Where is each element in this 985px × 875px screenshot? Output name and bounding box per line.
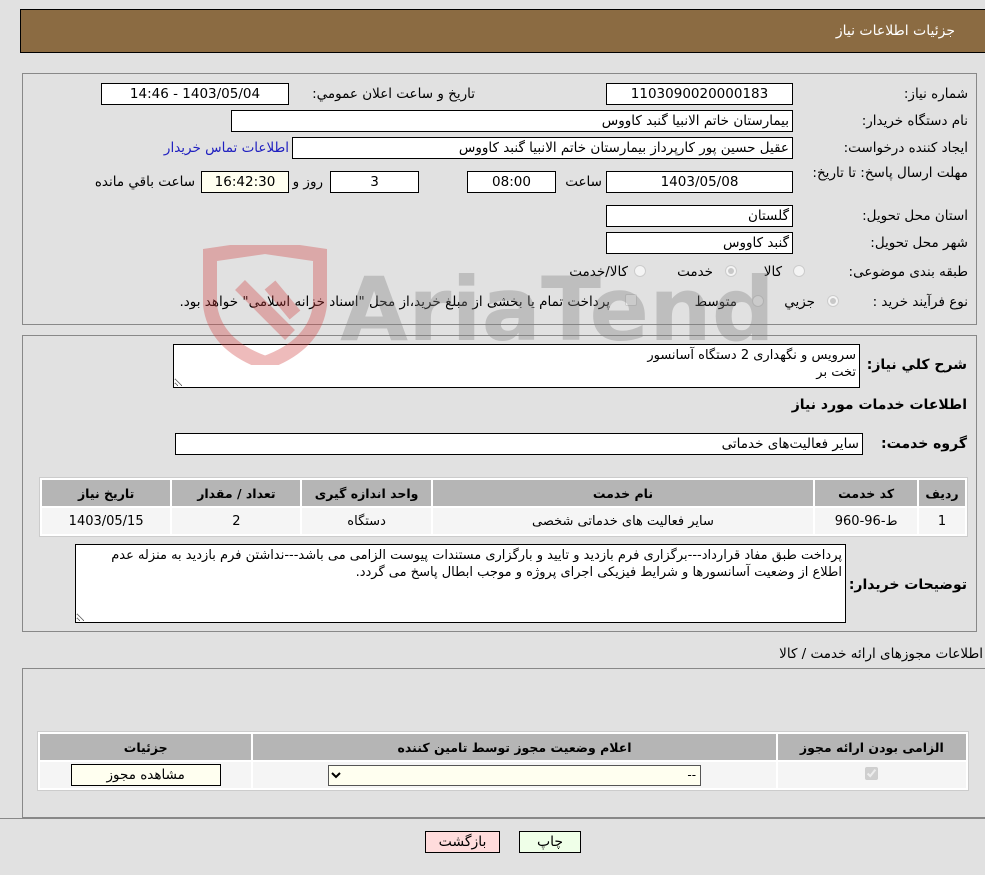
permit-status-select[interactable]: -- xyxy=(328,764,702,786)
permits-table-header: الزامی بودن ارائه مجوز اعلام وضعيت مجوز … xyxy=(40,734,966,760)
category-radio-service[interactable] xyxy=(725,265,737,277)
service-group-label: گروه خدمت: xyxy=(881,436,967,452)
requester-field: عقيل حسين پور کارپرداز بيمارستان خاتم ال… xyxy=(292,137,793,159)
cell-unit: دستگاه xyxy=(302,508,431,534)
cell-code: ط-96-960 xyxy=(815,508,918,534)
cell-permit-details: مشاهده مجوز xyxy=(40,762,252,788)
deadline-label: مهلت ارسال پاسخ: تا تاريخ: xyxy=(812,165,968,181)
page-header: جزئيات اطلاعات نياز xyxy=(20,9,985,53)
buyer-org-field: بيمارستان خاتم الانبيا گنبد کاووس xyxy=(231,110,793,132)
cell-permit-status: -- xyxy=(253,762,776,788)
purchase-type-radio-minor[interactable] xyxy=(827,295,839,307)
col-permit-required: الزامی بودن ارائه مجوز xyxy=(777,734,966,760)
buyer-contact-link[interactable]: اطلاعات تماس خريدار xyxy=(164,140,289,156)
view-permit-button[interactable]: مشاهده مجوز xyxy=(70,764,221,786)
purchase-type-medium-label: متوسط xyxy=(694,294,737,310)
announce-datetime-field: 1403/05/04 - 14:46 xyxy=(101,83,289,105)
need-number-label: شماره نياز: xyxy=(903,86,968,102)
buyer-org-label: نام دستگاه خريدار: xyxy=(861,113,968,129)
col-date: تاريخ نياز xyxy=(42,480,171,506)
permits-section-title: اطلاعات مجوزهای ارائه خدمت / کالا xyxy=(779,646,983,662)
category-goods-label: کالا xyxy=(763,264,782,280)
requester-label: ايجاد کننده درخواست: xyxy=(843,140,968,156)
remaining-label: ساعت باقي مانده xyxy=(94,174,195,190)
col-permit-status: اعلام وضعيت مجوز توسط تامين کننده xyxy=(253,734,776,760)
purchase-type-minor-label: جزيي xyxy=(784,294,815,310)
cell-date: 1403/05/15 xyxy=(42,508,171,534)
treasury-checkbox-label: پرداخت تمام يا بخشی از مبلغ خريد،از محل … xyxy=(179,294,610,310)
page-title: جزئيات اطلاعات نياز xyxy=(835,23,955,39)
col-name: نام خدمت xyxy=(432,480,814,506)
treasury-checkbox[interactable] xyxy=(625,294,637,306)
back-button[interactable]: بازگشت xyxy=(425,831,500,853)
category-service-label: خدمت xyxy=(677,264,713,280)
col-qty: تعداد / مقدار xyxy=(172,480,301,506)
province-label: استان محل تحويل: xyxy=(862,208,968,224)
description-textarea[interactable] xyxy=(173,344,860,388)
services-section-title: اطلاعات خدمات مورد نياز xyxy=(791,397,967,413)
city-label: شهر محل تحويل: xyxy=(870,235,968,251)
deadline-date-field: 1403/05/08 xyxy=(606,171,793,193)
permits-table: الزامی بودن ارائه مجوز اعلام وضعيت مجوز … xyxy=(37,731,969,791)
service-group-field: ساير فعاليت‌های خدماتی xyxy=(175,433,863,455)
category-label: طبقه بندی موضوعی: xyxy=(848,264,968,280)
col-code: کد خدمت xyxy=(815,480,918,506)
col-permit-details: جزئيات xyxy=(40,734,252,760)
purchase-type-radio-medium[interactable] xyxy=(752,295,764,307)
category-goods-service-label: کالا/خدمت xyxy=(569,264,628,280)
services-table: رديف کد خدمت نام خدمت واحد اندازه گيری ت… xyxy=(39,477,968,537)
col-row: رديف xyxy=(919,480,965,506)
cell-name: ساير فعاليت های خدماتی شخصی xyxy=(432,508,814,534)
services-table-header: رديف کد خدمت نام خدمت واحد اندازه گيری ت… xyxy=(42,480,965,506)
buyer-notes-textarea[interactable] xyxy=(75,544,846,623)
deadline-time-label: ساعت xyxy=(565,174,602,190)
remaining-time-field: 16:42:30 xyxy=(201,171,289,193)
announce-datetime-label: تاريخ و ساعت اعلان عمومي: xyxy=(312,86,475,102)
description-label: شرح کلي نياز: xyxy=(866,357,967,373)
city-field: گنبد کاووس xyxy=(606,232,793,254)
cell-permit-required xyxy=(777,762,966,788)
cell-qty: 2 xyxy=(172,508,301,534)
category-radio-goods[interactable] xyxy=(793,265,805,277)
footer-divider xyxy=(0,818,985,819)
remaining-days-field: 3 xyxy=(330,171,419,193)
need-number-field: 1103090020000183 xyxy=(606,83,793,105)
cell-row: 1 xyxy=(919,508,965,534)
buyer-notes-label: توضيحات خريدار: xyxy=(848,577,967,593)
deadline-time-field: 08:00 xyxy=(467,171,556,193)
table-row: -- مشاهده مجوز xyxy=(40,762,966,788)
permit-required-checkbox xyxy=(865,766,879,780)
print-button[interactable]: چاپ xyxy=(519,831,581,853)
purchase-type-label: نوع فرآيند خريد : xyxy=(872,294,968,310)
table-row: 1 ط-96-960 ساير فعاليت های خدماتی شخصی د… xyxy=(42,508,965,534)
col-unit: واحد اندازه گيری xyxy=(302,480,431,506)
days-label: روز و xyxy=(292,174,323,190)
category-radio-goods-service[interactable] xyxy=(634,265,646,277)
province-field: گلستان xyxy=(606,205,793,227)
